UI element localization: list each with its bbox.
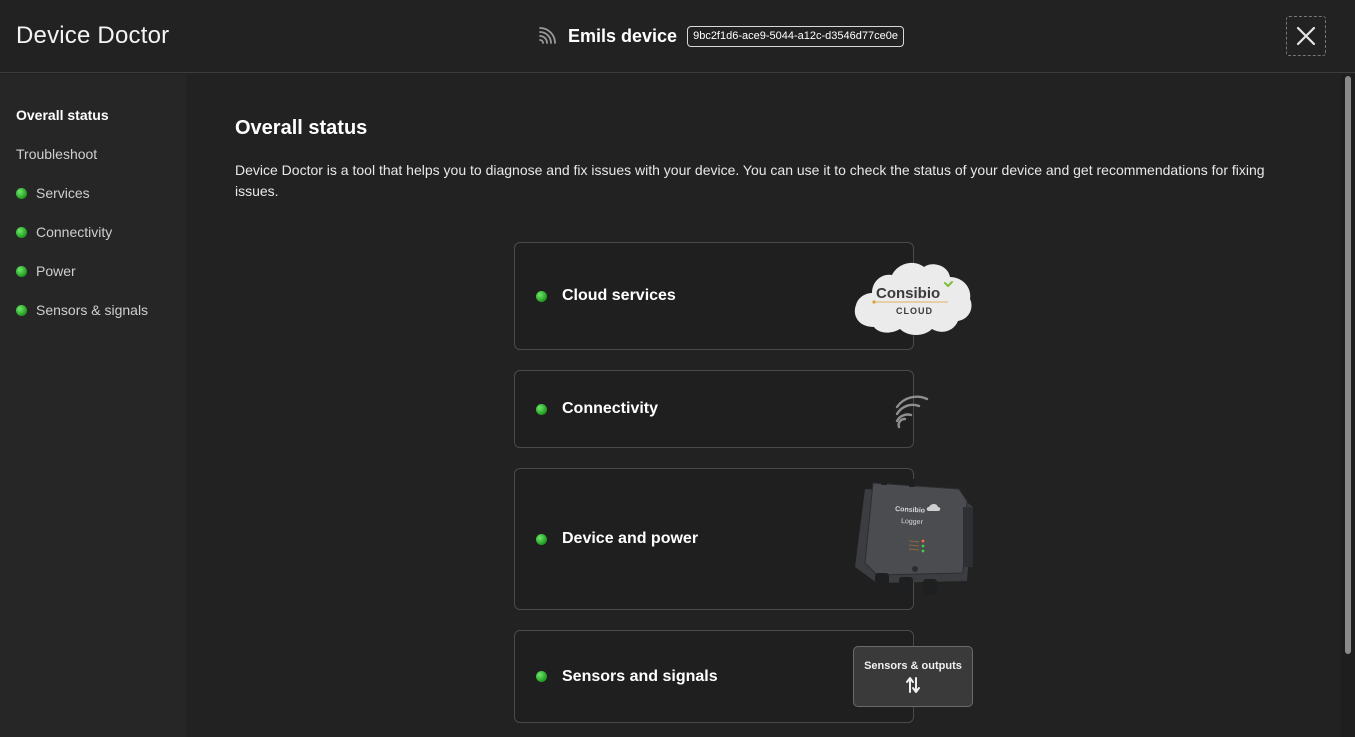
scrollbar[interactable] (1341, 74, 1355, 737)
card-label-wrap: Sensors and signals (536, 668, 718, 686)
sidebar-item-label: Services (36, 185, 90, 201)
card-label-wrap: Device and power (536, 530, 698, 548)
up-down-arrows-icon (906, 676, 920, 693)
card-label: Sensors and signals (562, 667, 718, 685)
sensors-outputs-badge: Sensors & outputs (853, 646, 973, 707)
sidebar-item-troubleshoot[interactable]: Troubleshoot (16, 144, 97, 164)
card-connectivity[interactable]: Connectivity (514, 370, 929, 448)
card-label: Cloud services (562, 287, 676, 304)
sidebar: Overall status Troubleshoot Services Con… (0, 74, 186, 737)
sidebar-item-label: Connectivity (36, 224, 113, 240)
wifi-signal-icon (539, 27, 556, 44)
status-ok-icon (536, 403, 547, 415)
card-label: Connectivity (562, 400, 659, 417)
card-label-wrap: Connectivity (536, 400, 658, 418)
sidebar-item-overall-status[interactable]: Overall status (16, 105, 109, 125)
sidebar-item-services[interactable]: Services (16, 183, 90, 203)
status-ok-icon (16, 187, 27, 199)
consibio-logo-subtext: CLOUD (896, 306, 933, 316)
main-content: Overall status Device Doctor is a tool t… (186, 74, 1341, 737)
card-label: Device and power (562, 530, 699, 547)
app-title: Device Doctor (16, 22, 170, 49)
page-title: Overall status (235, 117, 368, 139)
device-model-text: Logger (901, 518, 924, 526)
sidebar-item-label: Overall status (16, 107, 109, 123)
device-info: Emils device 9bc2f1d6-ace9-5044-a12c-d35… (537, 24, 904, 48)
close-button[interactable] (1286, 16, 1326, 56)
sidebar-item-label: Sensors & signals (36, 302, 149, 318)
status-ok-icon (16, 304, 27, 316)
status-ok-icon (536, 533, 547, 545)
sidebar-item-connectivity[interactable]: Connectivity (16, 222, 112, 242)
device-id-badge: 9bc2f1d6-ace9-5044-a12c-d3546d77ce0e (687, 25, 904, 47)
card-label-wrap: Cloud services (536, 287, 676, 305)
wifi-signal-icon (895, 395, 929, 429)
sensors-outputs-label: Sensors & outputs (864, 659, 962, 672)
sidebar-item-sensors-signals[interactable]: Sensors & signals (16, 300, 148, 320)
logger-device-image: Consibio Logger (855, 477, 973, 595)
status-ok-icon (536, 671, 547, 682)
close-icon (1296, 26, 1316, 46)
card-cloud-services[interactable]: Cloud services Consibio CLOUD (514, 242, 972, 350)
header: Device Doctor Emils device 9bc2f1d6-ace9… (0, 0, 1355, 73)
device-name: Emils device (568, 25, 678, 46)
status-ok-icon (16, 265, 27, 277)
card-device-and-power[interactable]: Device and power Consibio Logger (514, 468, 973, 610)
intro-text: Device Doctor is a tool that helps you t… (235, 162, 1265, 199)
status-ok-icon (536, 290, 547, 302)
status-ok-icon (16, 226, 27, 238)
consibio-cloud-logo: Consibio CLOUD (854, 262, 972, 335)
sidebar-item-label: Power (36, 263, 76, 279)
scrollbar-thumb[interactable] (1345, 76, 1351, 654)
sidebar-item-label: Troubleshoot (16, 146, 98, 162)
consibio-logo-text: Consibio (876, 285, 940, 302)
sidebar-item-power[interactable]: Power (16, 261, 76, 281)
card-sensors-and-signals[interactable]: Sensors and signals Sensors & outputs (514, 630, 973, 723)
